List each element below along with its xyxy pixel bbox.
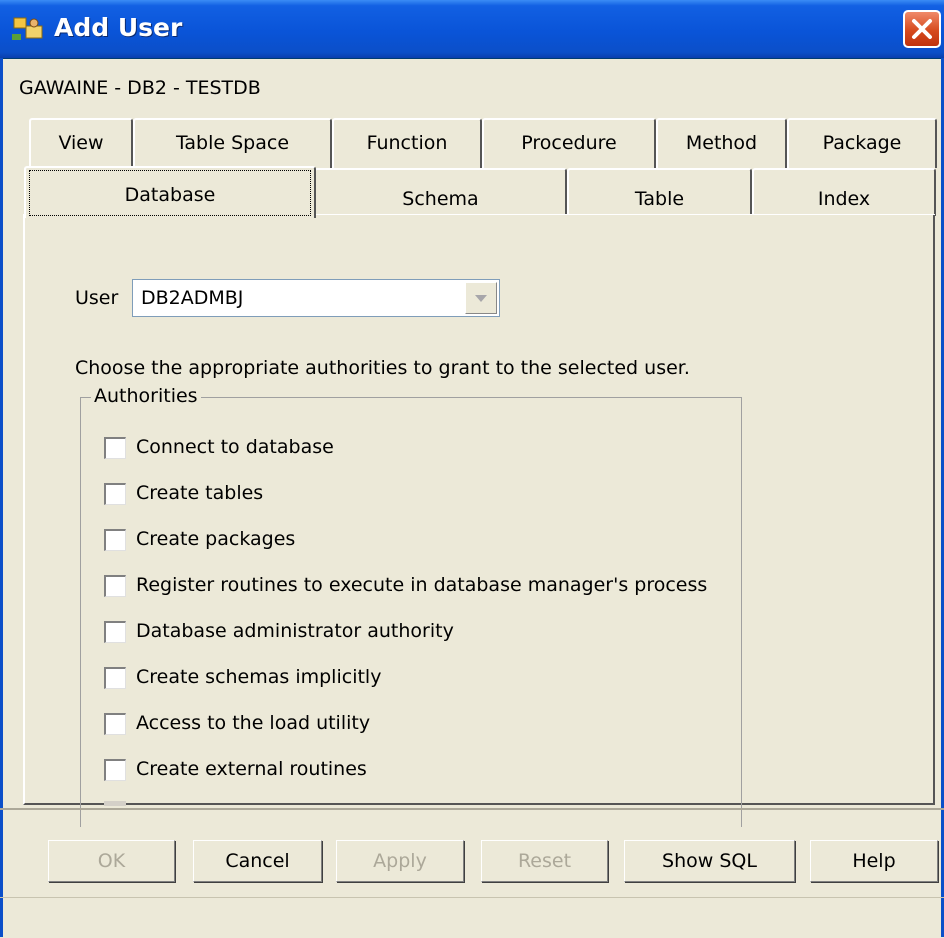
user-select-value: DB2ADMBJ: [141, 287, 244, 309]
tab-database[interactable]: Database: [24, 166, 316, 218]
user-label: User: [75, 287, 119, 309]
panel-separator: [0, 808, 944, 810]
checkbox-box[interactable]: [104, 713, 126, 735]
status-bar: [0, 897, 944, 938]
checkbox-label: Create schemas implicitly: [136, 666, 382, 688]
chevron-down-icon: [475, 295, 487, 302]
cancel-button[interactable]: Cancel: [193, 840, 322, 882]
dropdown-button[interactable]: [465, 282, 497, 314]
reset-button[interactable]: Reset: [481, 840, 608, 882]
window-title: Add User: [54, 13, 183, 42]
checkbox-label: Register routines to execute in database…: [136, 574, 708, 596]
ok-button[interactable]: OK: [48, 840, 175, 882]
tab-label: Schema: [402, 188, 479, 210]
tab-procedure[interactable]: Procedure: [482, 118, 656, 168]
authorities-legend: Authorities: [91, 385, 201, 407]
tab-function[interactable]: Function: [332, 118, 482, 168]
checkbox-box[interactable]: [104, 483, 126, 505]
tab-index[interactable]: Index: [752, 168, 936, 216]
checkbox-label: Create packages: [136, 528, 296, 550]
apply-button[interactable]: Apply: [336, 840, 464, 882]
checkbox-box[interactable]: [104, 759, 126, 781]
instruction-text: Choose the appropriate authorities to gr…: [75, 357, 690, 379]
clipped-checkbox: [104, 801, 126, 806]
close-button[interactable]: [903, 10, 941, 48]
tab-label: Database: [124, 184, 216, 206]
connection-path: GAWAINE - DB2 - TESTDB: [19, 77, 261, 99]
checkbox-label: Access to the load utility: [136, 712, 371, 734]
window-frame-left: [0, 58, 3, 937]
checkbox-box[interactable]: [104, 529, 126, 551]
checkbox-box[interactable]: [104, 667, 126, 689]
checkbox-box[interactable]: [104, 575, 126, 597]
checkbox-label: Create external routines: [136, 758, 367, 780]
checkbox-label: Create tables: [136, 482, 264, 504]
user-select[interactable]: DB2ADMBJ: [132, 279, 500, 317]
checkbox-label: Database administrator authority: [136, 620, 454, 642]
tab-method[interactable]: Method: [656, 118, 787, 168]
tab-view[interactable]: View: [29, 118, 133, 168]
tab-schema[interactable]: Schema: [314, 168, 567, 216]
tab-label: Procedure: [521, 132, 617, 154]
checkbox-box[interactable]: [104, 437, 126, 459]
help-button[interactable]: Help: [810, 840, 938, 882]
users-icon: [12, 17, 43, 40]
checkbox-label: Connect to database: [136, 436, 334, 458]
tab-table-space[interactable]: Table Space: [133, 118, 332, 168]
title-bar[interactable]: Add User: [0, 0, 944, 59]
close-icon: [912, 19, 932, 39]
tab-label: Table Space: [175, 132, 290, 154]
tab-table[interactable]: Table: [567, 168, 752, 216]
checkbox-box[interactable]: [104, 621, 126, 643]
tab-label: Table: [634, 188, 685, 210]
tab-label: Method: [685, 132, 758, 154]
tab-label: Index: [817, 188, 871, 210]
tab-package[interactable]: Package: [787, 118, 937, 168]
tab-label: Function: [366, 132, 448, 154]
tab-label: Package: [822, 132, 902, 154]
tab-label: View: [58, 132, 104, 154]
show-sql-button[interactable]: Show SQL: [624, 840, 795, 882]
